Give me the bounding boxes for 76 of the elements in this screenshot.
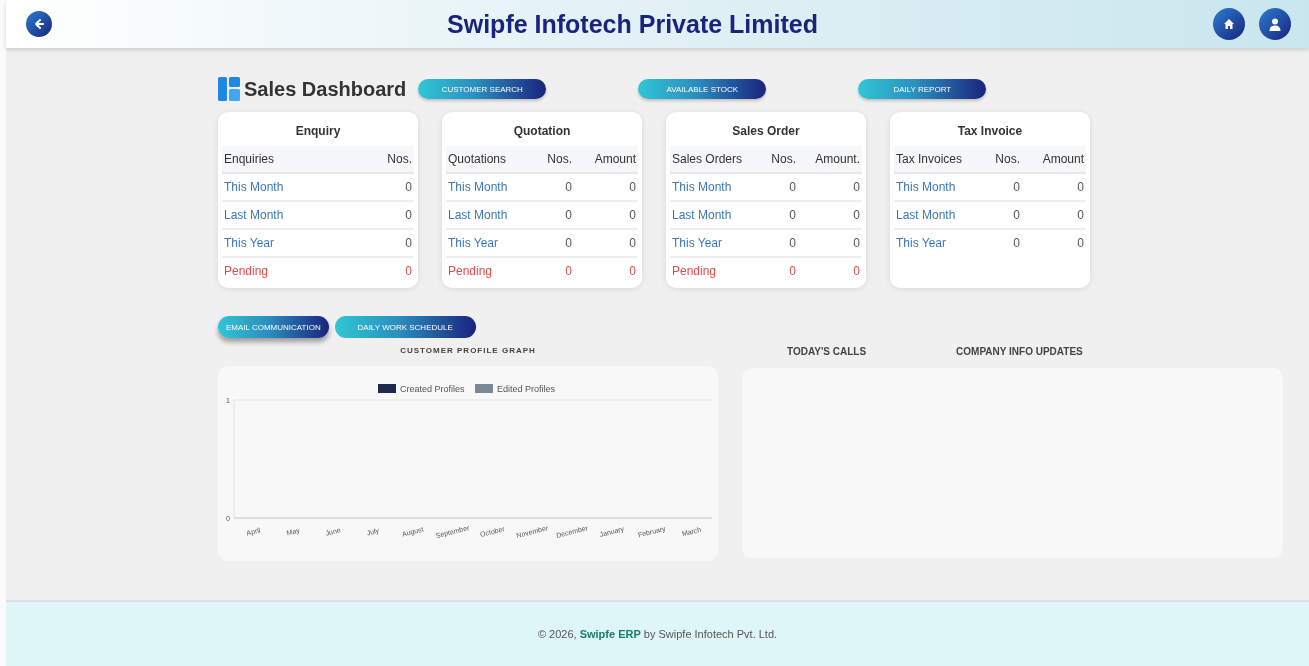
table-cell: 0	[574, 174, 638, 202]
table-cell-text: 0	[628, 263, 637, 280]
graph-title: CUSTOMER PROFILE GRAPH	[399, 346, 537, 357]
table-cell: 0	[748, 202, 798, 230]
tab[interactable]: EMAIL COMMUNICATION	[218, 316, 329, 338]
company-title: Swipfe Infotech Private Limited	[447, 9, 818, 39]
row-label[interactable]: This Month	[670, 174, 748, 202]
column-header: Amount	[574, 146, 638, 174]
column-header: Nos.	[524, 146, 574, 174]
column-header: Nos.	[972, 146, 1022, 174]
row-label[interactable]: This Month	[222, 174, 354, 202]
row-label[interactable]: Last Month	[222, 202, 354, 230]
table-cell: 0	[798, 174, 862, 202]
column-header: Nos.	[354, 146, 414, 174]
footer-text: © 2026, Swipfe ERP by Swipfe Infotech Pvt. Ltd.	[537, 628, 778, 640]
table-cell: 0	[1022, 202, 1086, 230]
row-label[interactable]: This Month	[446, 174, 524, 202]
table-cell: 0	[354, 202, 414, 230]
row-label[interactable]: This Year	[670, 230, 748, 258]
dashboard-title: Sales Dashboard	[244, 77, 407, 101]
action-button[interactable]: DAILY REPORT	[858, 79, 987, 99]
row-label[interactable]: This Year	[446, 230, 524, 258]
column-header: Nos.	[748, 146, 798, 174]
tab[interactable]: DAILY WORK SCHEDULE	[334, 316, 476, 338]
back-button[interactable]	[26, 11, 52, 37]
table-cell: 0	[1022, 174, 1086, 202]
row-label[interactable]: Pending	[222, 258, 354, 284]
section-heading: COMPANY INFO UPDATES	[956, 346, 1083, 359]
table-cell: 0	[798, 230, 862, 258]
table-cell-text: 0	[404, 263, 413, 280]
table-cell: 0	[748, 174, 798, 202]
table-cell: 0	[524, 230, 574, 258]
table-cell: 0	[972, 202, 1022, 230]
dashboard-icon	[218, 77, 240, 101]
row-label[interactable]: Last Month	[670, 202, 748, 230]
row-label[interactable]: This Year	[222, 230, 354, 258]
table-cell: 0	[354, 174, 414, 202]
home-icon	[1223, 18, 1235, 30]
card-title: Enquiry	[294, 123, 342, 140]
action-button[interactable]: CUSTOMER SEARCH	[418, 79, 547, 99]
column-header: Quotations	[446, 146, 524, 174]
row-label[interactable]: Last Month	[894, 202, 972, 230]
row-label[interactable]: This Month	[894, 174, 972, 202]
column-header: Amount	[1022, 146, 1086, 174]
table-cell: 0	[574, 230, 638, 258]
user-icon	[1269, 17, 1281, 31]
card-title: Sales Order	[731, 123, 801, 140]
table-cell: 0	[798, 202, 862, 230]
card-title: Tax Invoice	[956, 123, 1024, 140]
row-label[interactable]: Pending	[446, 258, 524, 284]
table-cell-text: 0	[564, 263, 573, 280]
table-cell: 0	[972, 174, 1022, 202]
table-cell: 0	[524, 202, 574, 230]
action-button[interactable]: AVAILABLE STOCK	[638, 79, 767, 99]
column-header: Sales Orders	[670, 146, 748, 174]
table-cell: 0	[354, 230, 414, 258]
table-cell-text: 0	[852, 263, 861, 280]
row-label[interactable]: This Year	[894, 230, 972, 256]
column-header: Tax Invoices	[894, 146, 972, 174]
row-label[interactable]: Last Month	[446, 202, 524, 230]
home-button[interactable]	[1213, 8, 1245, 40]
legend-label: Created Profiles	[400, 384, 465, 394]
column-header: Enquiries	[222, 146, 354, 174]
row-label[interactable]: Pending	[670, 258, 748, 284]
section-heading: TODAY'S CALLS	[787, 346, 867, 359]
column-header: Amount.	[798, 146, 862, 174]
table-cell-text: 0	[1012, 235, 1021, 252]
table-cell: 0	[574, 202, 638, 230]
table-cell: 0	[524, 174, 574, 202]
profile-button[interactable]	[1259, 8, 1291, 40]
table-cell-text: 0	[788, 263, 797, 280]
legend-label: Edited Profiles	[497, 384, 556, 394]
table-cell: 0	[748, 230, 798, 258]
table-cell-text: 0	[1076, 235, 1085, 252]
arrow-left-icon	[33, 18, 45, 30]
card-title: Quotation	[512, 123, 572, 140]
